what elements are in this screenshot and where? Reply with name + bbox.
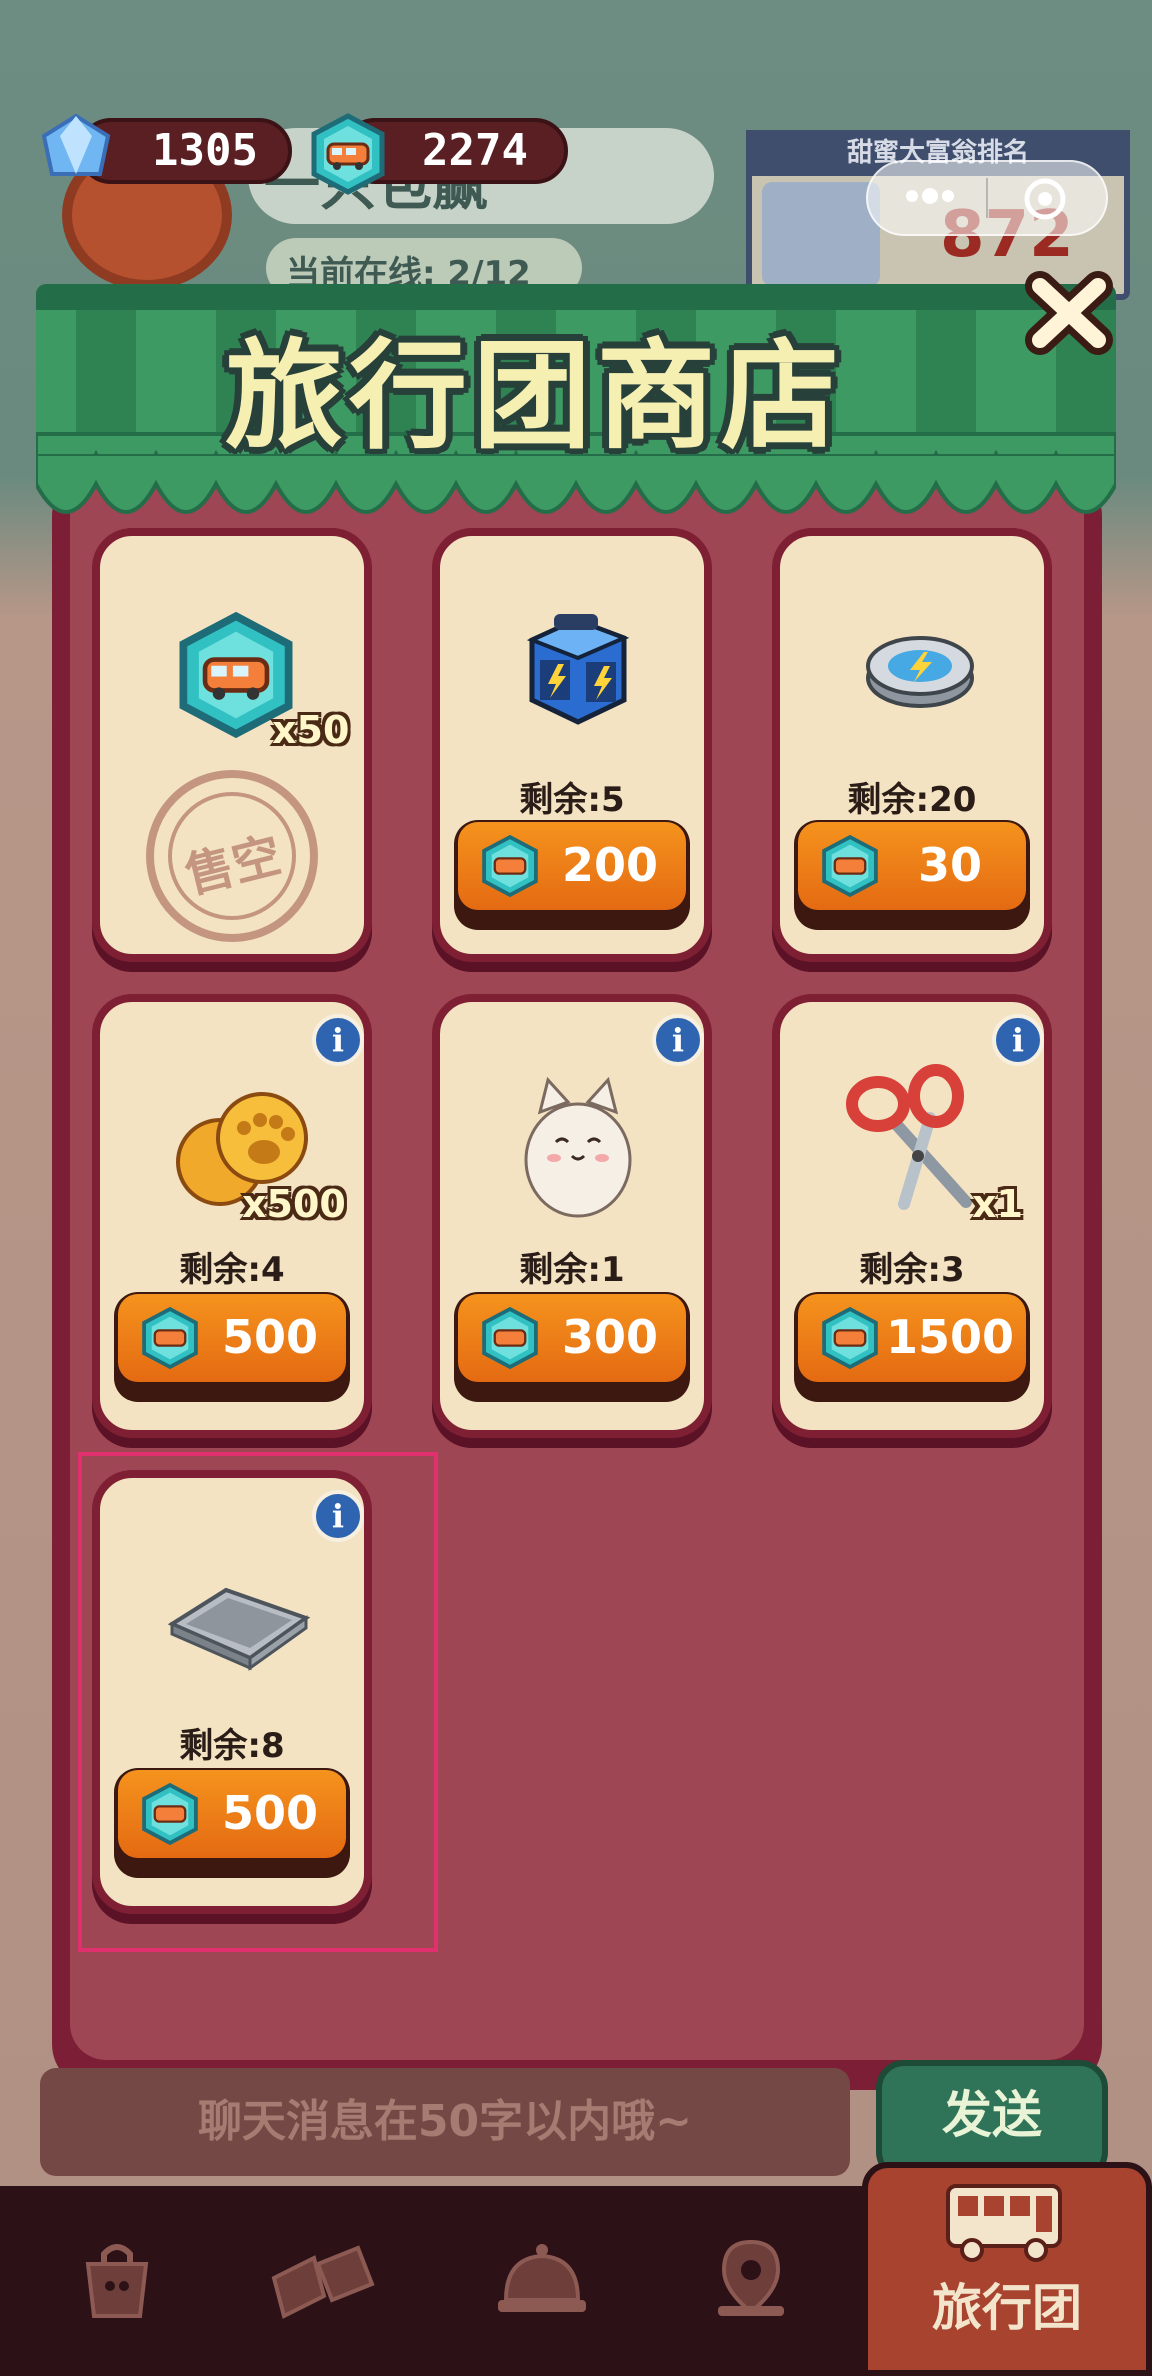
send-button-label: 发送 — [942, 2086, 1042, 2144]
gem-icon — [41, 113, 111, 176]
item-remaining: 剩余:20 — [847, 780, 977, 820]
shop-bag-icon[interactable] — [72, 2234, 162, 2324]
tour-token-icon — [822, 834, 878, 898]
item-remaining: 剩余:5 — [519, 780, 625, 820]
bus-icon — [946, 2184, 1062, 2262]
buy-button[interactable]: 300 — [454, 1292, 690, 1402]
item-remaining: 剩余:1 — [519, 1250, 625, 1290]
tour-token-icon — [482, 1306, 538, 1370]
buy-price: 30 — [917, 838, 982, 892]
shop-item-card[interactable]: 剩余:20 30 — [772, 528, 1052, 962]
item-quantity: x500 — [242, 1182, 346, 1226]
energy-disc-icon — [866, 636, 974, 708]
shop-item-card[interactable]: 剩余:5 200 — [432, 528, 712, 962]
shop-item-card[interactable]: i 剩余:1 300 — [432, 994, 712, 1438]
shop-awning-scallop — [36, 454, 1116, 514]
more-icon[interactable] — [898, 176, 962, 216]
scissors-icon — [846, 1064, 972, 1210]
item-quantity: x50 — [272, 708, 350, 752]
selection-highlight — [78, 1452, 438, 1952]
energy-box-icon — [526, 614, 630, 725]
item-remaining: 剩余:3 — [859, 1250, 965, 1290]
tour-token-icon — [482, 834, 538, 898]
shop-item-card[interactable]: i x1 剩余:3 1500 — [772, 994, 1052, 1438]
shop-title: 旅行团商店 — [224, 327, 845, 465]
map-pin-icon[interactable] — [706, 2234, 796, 2324]
info-icon[interactable]: i — [312, 1014, 364, 1066]
buy-price: 200 — [561, 838, 659, 892]
bell-icon[interactable] — [492, 2234, 592, 2324]
buy-button[interactable]: 200 — [454, 820, 690, 930]
buy-button[interactable]: 1500 — [794, 1292, 1030, 1402]
nav-tab-label: 旅行团 — [932, 2279, 1082, 2337]
tour-token-icon — [822, 1306, 878, 1370]
item-remaining: 剩余:4 — [179, 1250, 285, 1290]
exit-miniprogram-icon[interactable] — [1020, 174, 1070, 224]
info-icon[interactable]: i — [992, 1014, 1044, 1066]
buy-price: 300 — [561, 1310, 659, 1364]
info-icon[interactable]: i — [652, 1014, 704, 1066]
lucky-cat-icon — [524, 1076, 632, 1218]
rank-mascot-image — [762, 182, 880, 286]
gem-count: 1305 — [152, 125, 258, 176]
tour-token-icon — [142, 1306, 198, 1370]
shop-item-card[interactable]: x50 售空 — [92, 528, 372, 962]
item-quantity: x1 — [972, 1182, 1023, 1226]
buy-price: 500 — [221, 1310, 319, 1364]
shop-item-card[interactable]: i x500 剩余:4 500 — [92, 994, 372, 1438]
tour-token-icon — [311, 113, 385, 195]
buy-button[interactable]: 30 — [794, 820, 1030, 930]
chat-input-placeholder: 聊天消息在50字以内哦~ — [197, 2096, 693, 2147]
buy-button[interactable]: 500 — [114, 1292, 350, 1402]
capsule-divider — [986, 178, 988, 218]
close-icon[interactable] — [1010, 262, 1130, 362]
token-count: 2274 — [422, 125, 528, 176]
ticket-icon[interactable] — [268, 2234, 378, 2324]
buy-price: 1500 — [885, 1310, 1015, 1364]
